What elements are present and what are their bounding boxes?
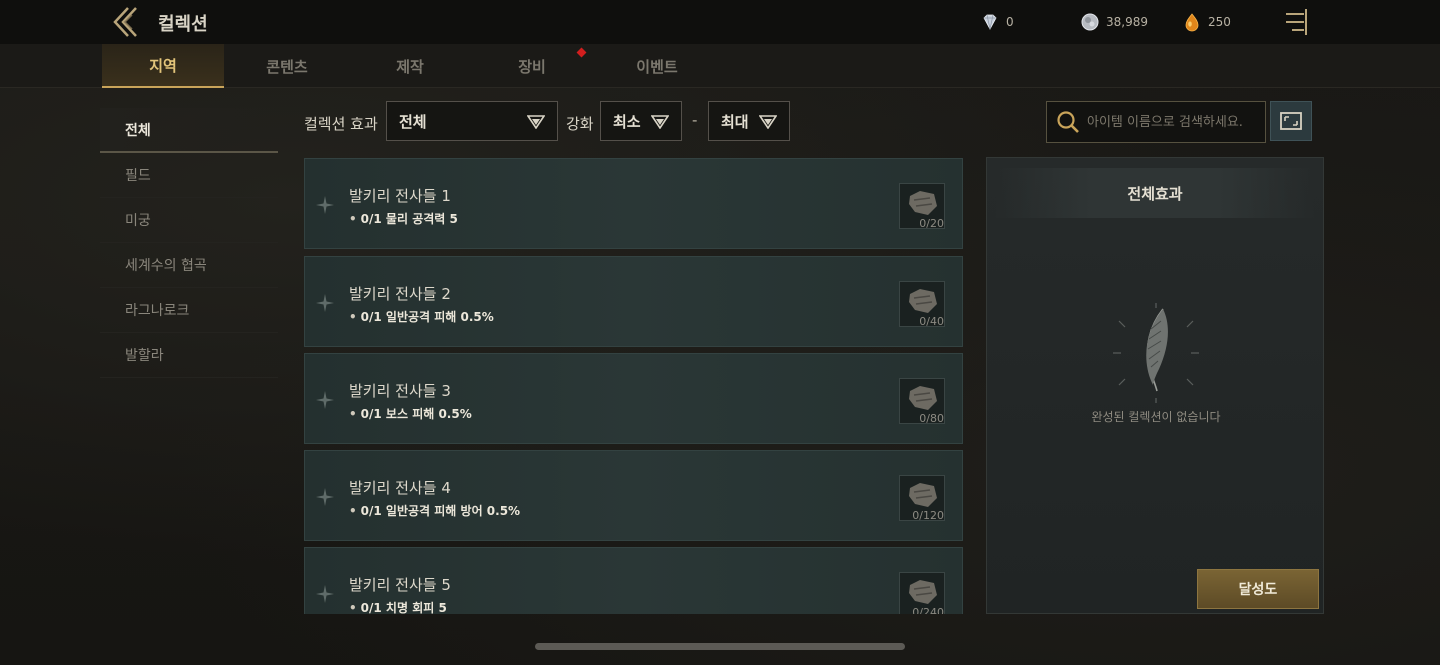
collection-effect-text: 0/1 물리 공격력 5 bbox=[360, 212, 458, 226]
armor-piece-icon bbox=[909, 483, 937, 507]
collection-effect-text: 0/1 일반공격 피해 방어 0.5% bbox=[360, 504, 521, 518]
region-sidebar: 전체 필드 미궁 세계수의 협곡 라그나로크 발할라 bbox=[100, 108, 278, 378]
back-chevron-icon bbox=[113, 7, 137, 37]
back-button[interactable] bbox=[112, 6, 142, 38]
collection-card[interactable]: 발키리 전사들 3 • 0/1 보스 피해 0.5% 0/80 bbox=[304, 353, 963, 444]
enhance-max-dropdown[interactable]: 최대 bbox=[708, 101, 790, 141]
tab-equipment[interactable]: 장비 bbox=[471, 44, 593, 88]
star-emblem-icon bbox=[316, 391, 334, 409]
arrow-bullet-icon: • bbox=[349, 601, 357, 614]
dropdown-triangle-icon bbox=[527, 115, 545, 129]
panel-title: 전체효과 bbox=[995, 168, 1315, 218]
tab-bar: 지역 콘텐츠 제작 장비 이벤트 bbox=[0, 44, 1440, 88]
dropdown-triangle-icon bbox=[759, 115, 777, 129]
diamond-icon bbox=[983, 14, 997, 30]
sidebar-item-ragnarok[interactable]: 라그나로크 bbox=[100, 288, 278, 333]
tab-region[interactable]: 지역 bbox=[102, 44, 224, 88]
diamond-count: 0 bbox=[1006, 15, 1014, 29]
currency-diamond: 0 bbox=[980, 12, 1014, 32]
page-title: 컬렉션 bbox=[158, 14, 208, 35]
item-count: 0/20 bbox=[919, 217, 944, 230]
arrow-bullet-icon: • bbox=[349, 407, 357, 421]
armor-piece-icon bbox=[909, 386, 937, 410]
item-count: 0/120 bbox=[912, 509, 944, 522]
enhance-label: 강화 bbox=[566, 115, 594, 133]
collection-card[interactable]: 발키리 전사들 1 • 0/1 물리 공격력 5 0/20 bbox=[304, 158, 963, 249]
arrow-bullet-icon: • bbox=[349, 212, 357, 226]
item-count: 0/40 bbox=[919, 315, 944, 328]
collection-effect-label: 컬렉션 효과 bbox=[304, 115, 378, 133]
item-count: 0/240 bbox=[912, 606, 944, 614]
dropdown-triangle-icon bbox=[651, 115, 669, 129]
range-separator: - bbox=[692, 111, 698, 129]
collection-effect: • 0/1 일반공격 피해 방어 0.5% bbox=[349, 502, 520, 519]
sidebar-item-labyrinth[interactable]: 미궁 bbox=[100, 198, 278, 243]
star-emblem-icon bbox=[316, 585, 334, 603]
sidebar-item-all[interactable]: 전체 bbox=[100, 108, 278, 153]
collection-card[interactable]: 발키리 전사들 2 • 0/1 일반공격 피해 0.5% 0/40 bbox=[304, 256, 963, 347]
collection-effect: • 0/1 보스 피해 0.5% bbox=[349, 405, 472, 422]
collection-effect-text: 0/1 보스 피해 0.5% bbox=[360, 407, 472, 421]
amber-count: 250 bbox=[1208, 15, 1231, 29]
collection-name: 발키리 전사들 2 bbox=[349, 285, 451, 303]
search-icon bbox=[1057, 111, 1079, 133]
total-effect-panel: 전체효과 완성된 컬렉션이 없습니다 달성도 bbox=[986, 157, 1324, 614]
collection-name: 발키리 전사들 4 bbox=[349, 479, 451, 497]
arrow-bullet-icon: • bbox=[349, 504, 357, 518]
item-search-box[interactable] bbox=[1046, 101, 1266, 143]
menu-button[interactable] bbox=[1282, 6, 1310, 38]
top-bar: 컬렉션 0 38,989 250 bbox=[0, 0, 1440, 44]
collection-list: 발키리 전사들 1 • 0/1 물리 공격력 5 0/20 발키리 전사들 2 •… bbox=[304, 158, 963, 614]
frame-icon bbox=[1280, 112, 1302, 130]
view-toggle-button[interactable] bbox=[1270, 101, 1312, 141]
tab-crafting[interactable]: 제작 bbox=[349, 44, 471, 88]
collection-effect: • 0/1 일반공격 피해 0.5% bbox=[349, 308, 494, 325]
armor-piece-icon bbox=[909, 289, 937, 313]
collection-card[interactable]: 발키리 전사들 4 • 0/1 일반공격 피해 방어 0.5% 0/120 bbox=[304, 450, 963, 541]
silver-count: 38,989 bbox=[1106, 15, 1148, 29]
menu-icon bbox=[1286, 9, 1307, 35]
sidebar-item-valhalla[interactable]: 발할라 bbox=[100, 333, 278, 378]
home-indicator[interactable] bbox=[535, 643, 905, 650]
silver-coin-icon bbox=[1081, 13, 1099, 31]
tab-content[interactable]: 콘텐츠 bbox=[226, 44, 348, 88]
currency-silver: 38,989 bbox=[1080, 12, 1148, 32]
enhance-max-value: 최대 bbox=[721, 112, 749, 131]
collection-effect-dropdown[interactable]: 전체 bbox=[386, 101, 558, 141]
star-emblem-icon bbox=[316, 294, 334, 312]
collection-name: 발키리 전사들 5 bbox=[349, 576, 451, 594]
collection-card[interactable]: 발키리 전사들 5 • 0/1 치명 회피 5 0/240 bbox=[304, 547, 963, 614]
tab-event[interactable]: 이벤트 bbox=[596, 44, 718, 88]
sidebar-item-field[interactable]: 필드 bbox=[100, 153, 278, 198]
feather-icon bbox=[1113, 303, 1199, 403]
armor-piece-icon bbox=[909, 191, 937, 215]
empty-collection-message: 완성된 컬렉션이 없습니다 bbox=[1091, 410, 1221, 424]
sidebar-item-yggdrasil-canyon[interactable]: 세계수의 협곡 bbox=[100, 243, 278, 288]
star-emblem-icon bbox=[316, 488, 334, 506]
collection-effect-text: 0/1 일반공격 피해 0.5% bbox=[360, 310, 494, 324]
item-count: 0/80 bbox=[919, 412, 944, 425]
collection-name: 발키리 전사들 3 bbox=[349, 382, 451, 400]
collection-effect-value: 전체 bbox=[399, 112, 427, 131]
star-emblem-icon bbox=[316, 196, 334, 214]
search-input[interactable] bbox=[1087, 114, 1257, 130]
amber-gem-icon bbox=[1185, 13, 1199, 32]
enhance-min-dropdown[interactable]: 최소 bbox=[600, 101, 682, 141]
armor-piece-icon bbox=[909, 580, 937, 604]
currency-amber: 250 bbox=[1182, 12, 1231, 32]
collection-effect-text: 0/1 치명 회피 5 bbox=[360, 601, 447, 614]
arrow-bullet-icon: • bbox=[349, 310, 357, 324]
collection-name: 발키리 전사들 1 bbox=[349, 187, 451, 205]
collection-effect: • 0/1 치명 회피 5 bbox=[349, 599, 447, 614]
achievement-button[interactable]: 달성도 bbox=[1197, 569, 1319, 609]
enhance-min-value: 최소 bbox=[613, 112, 641, 131]
collection-effect: • 0/1 물리 공격력 5 bbox=[349, 210, 458, 227]
